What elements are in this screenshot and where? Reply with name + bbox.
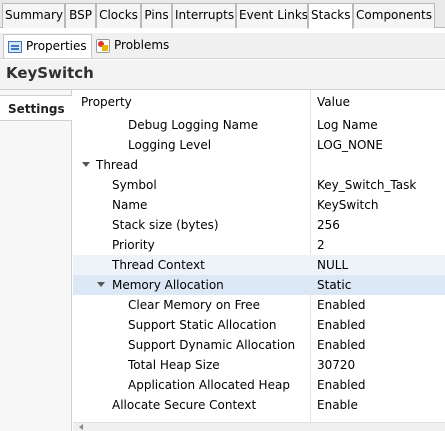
properties-header: KeySwitch xyxy=(0,60,445,90)
tab-event-links[interactable]: Event Links xyxy=(236,3,308,28)
property-name: Name xyxy=(112,198,148,212)
table-row[interactable]: Support Dynamic Allocation Enabled xyxy=(73,335,445,355)
property-value[interactable]: Enabled xyxy=(317,375,366,395)
table-row[interactable]: Application Allocated Heap Enabled xyxy=(73,375,445,395)
problems-icon xyxy=(96,38,110,53)
tab-stacks[interactable]: Stacks xyxy=(308,3,353,29)
table-row[interactable]: Support Static Allocation Enabled xyxy=(73,315,445,335)
property-name: Debug Logging Name xyxy=(128,118,259,132)
property-value[interactable]: LOG_NONE xyxy=(317,135,383,155)
property-value[interactable]: Enable xyxy=(317,395,358,415)
property-value[interactable]: Enabled xyxy=(317,315,366,335)
scroll-left-icon[interactable] xyxy=(79,424,83,430)
property-value[interactable]: 2 xyxy=(317,235,325,255)
property-value[interactable]: Enabled xyxy=(317,295,366,315)
property-name: Memory Allocation xyxy=(112,278,224,292)
tab-summary[interactable]: Summary xyxy=(2,3,65,28)
property-name: Stack size (bytes) xyxy=(112,218,219,232)
tab-properties-label: Properties xyxy=(26,39,87,53)
tab-problems[interactable]: Problems xyxy=(92,34,173,58)
property-name: Application Allocated Heap xyxy=(128,378,290,392)
table-row[interactable]: Allocate Secure Context Enable xyxy=(73,395,445,415)
property-name: Support Dynamic Allocation xyxy=(128,338,296,352)
property-value[interactable]: KeySwitch xyxy=(317,195,378,215)
table-row-group-thread[interactable]: Thread xyxy=(73,155,445,175)
table-row[interactable]: Stack size (bytes) 256 xyxy=(73,215,445,235)
table-row[interactable]: Thread Context NULL xyxy=(73,255,445,275)
table-row[interactable]: Total Heap Size 30720 xyxy=(73,355,445,375)
tab-components[interactable]: Components xyxy=(353,3,435,28)
table-row[interactable]: Name KeySwitch xyxy=(73,195,445,215)
tab-problems-label: Problems xyxy=(114,38,170,52)
properties-icon xyxy=(8,40,22,53)
table-row-group-memory-allocation[interactable]: Memory Allocation Static xyxy=(73,275,445,295)
editor-tab-bar: Summary BSP Clocks Pins Interrupts Event… xyxy=(0,0,445,29)
settings-tab[interactable]: Settings xyxy=(0,95,72,121)
tab-interrupts[interactable]: Interrupts xyxy=(172,3,236,28)
table-row[interactable]: Debug Logging Name Log Name xyxy=(73,115,445,135)
property-value[interactable]: NULL xyxy=(317,255,348,275)
page-title: KeySwitch xyxy=(6,64,94,82)
table-row[interactable]: Symbol Key_Switch_Task xyxy=(73,175,445,195)
header-value[interactable]: Value xyxy=(317,92,350,112)
settings-sidebar: Settings xyxy=(0,90,72,431)
chevron-down-icon[interactable] xyxy=(82,162,90,167)
table-header: Property Value xyxy=(73,92,445,112)
property-value[interactable]: Log Name xyxy=(317,115,378,135)
property-value[interactable]: 256 xyxy=(317,215,340,235)
property-name: Clear Memory on Free xyxy=(128,298,261,312)
tab-properties[interactable]: Properties xyxy=(3,34,92,58)
property-name: Priority xyxy=(112,238,155,252)
property-value[interactable]: Static xyxy=(317,275,351,295)
property-value[interactable]: 30720 xyxy=(317,355,355,375)
property-name: Support Static Allocation xyxy=(128,318,277,332)
table-row[interactable]: Logging Level LOG_NONE xyxy=(73,135,445,155)
tab-bsp[interactable]: BSP xyxy=(65,3,96,28)
property-name: Total Heap Size xyxy=(128,358,220,372)
tab-pins[interactable]: Pins xyxy=(141,3,172,28)
property-name: Logging Level xyxy=(128,138,212,152)
property-table: Property Value Debug Logging Name Log Na… xyxy=(73,90,445,431)
horizontal-scrollbar[interactable] xyxy=(73,422,445,431)
table-row[interactable]: Priority 2 xyxy=(73,235,445,255)
property-name: Symbol xyxy=(112,178,157,192)
view-tab-bar: Properties Problems xyxy=(0,33,445,59)
header-property[interactable]: Property xyxy=(81,92,132,112)
property-name: Thread Context xyxy=(112,258,205,272)
property-name: Thread xyxy=(96,158,138,172)
property-name: Allocate Secure Context xyxy=(112,398,257,412)
table-row[interactable]: Clear Memory on Free Enabled xyxy=(73,295,445,315)
chevron-down-icon[interactable] xyxy=(97,282,105,287)
property-value[interactable]: Key_Switch_Task xyxy=(317,175,416,195)
tab-clocks[interactable]: Clocks xyxy=(96,3,141,28)
property-value[interactable]: Enabled xyxy=(317,335,366,355)
